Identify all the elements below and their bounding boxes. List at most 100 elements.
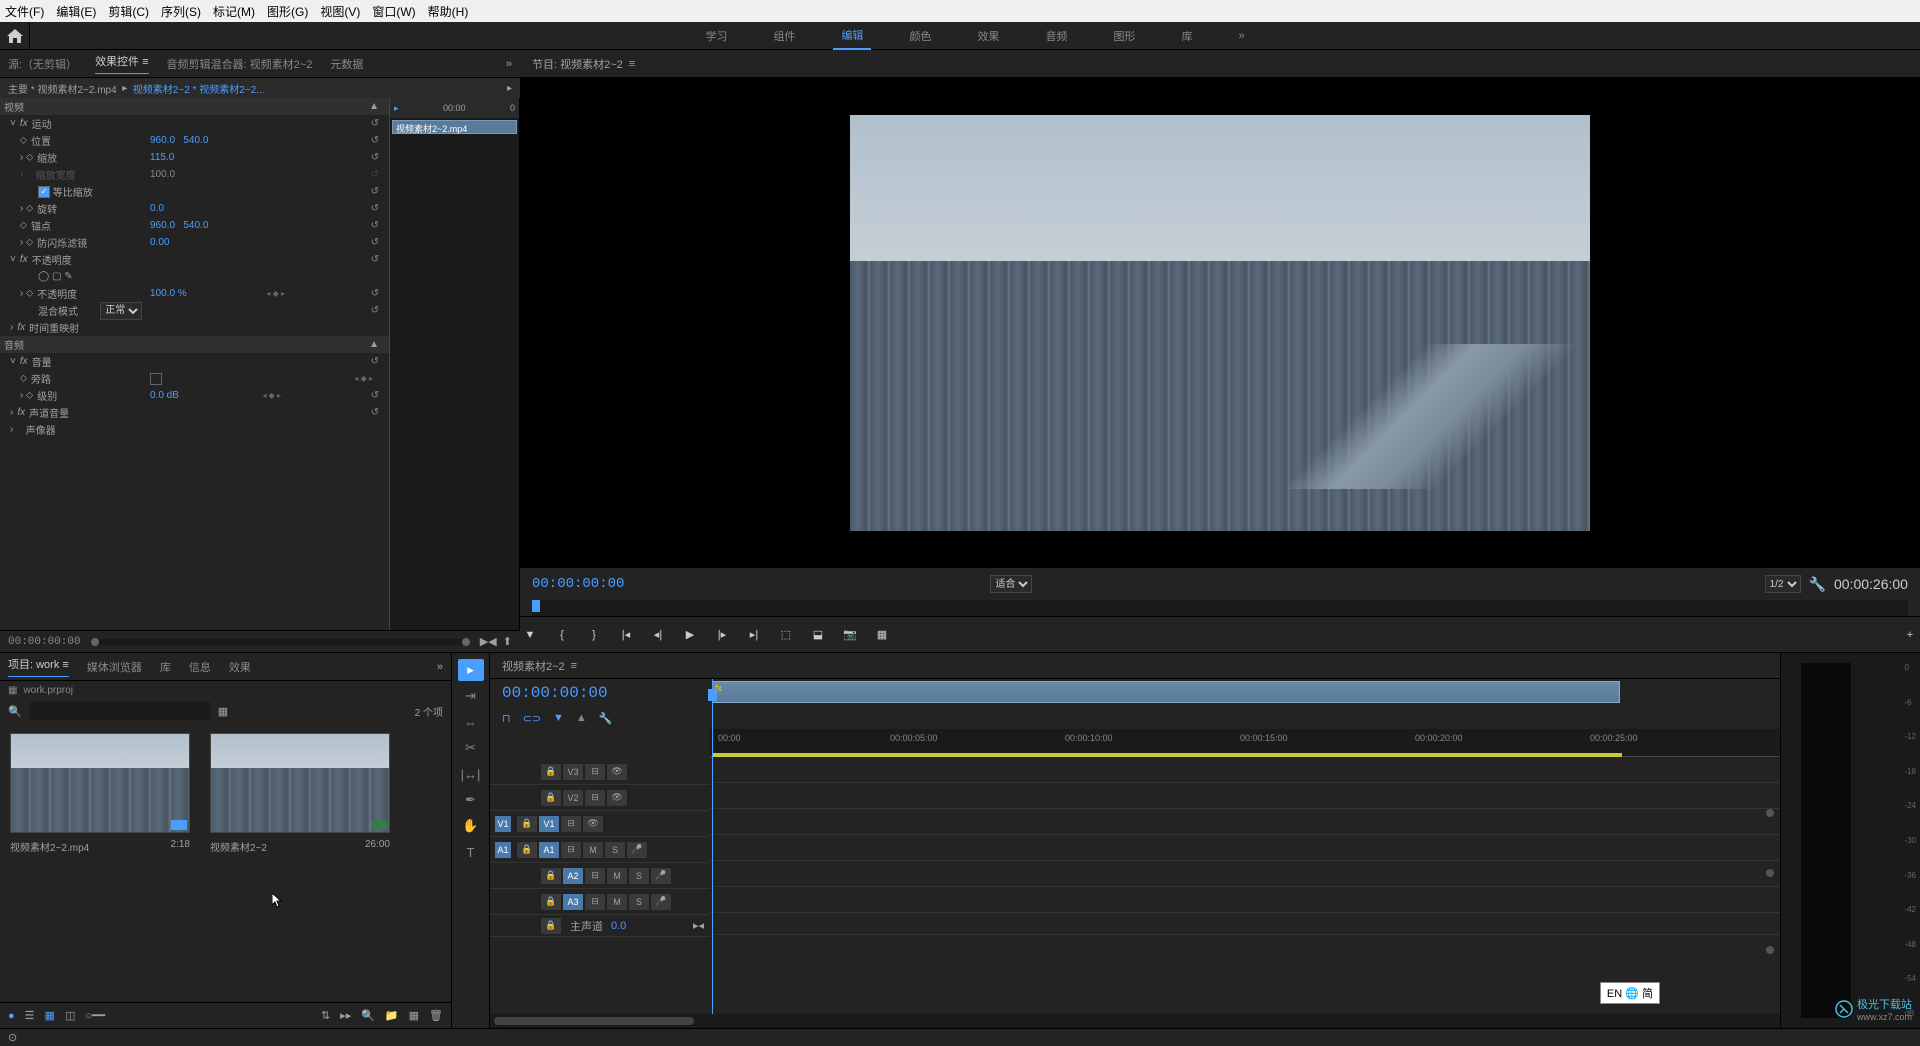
reset-icon[interactable]: ↺ bbox=[371, 407, 379, 418]
reset-icon[interactable]: ↺ bbox=[371, 356, 379, 367]
fit-select[interactable]: 适合 bbox=[990, 575, 1032, 593]
new-bin-button[interactable]: 📁 bbox=[385, 1009, 399, 1022]
ws-library[interactable]: 库 bbox=[1173, 23, 1200, 49]
track-a1[interactable]: A1 bbox=[538, 841, 560, 859]
track-a2[interactable]: A2 bbox=[562, 867, 584, 885]
lift-button[interactable]: ⬚ bbox=[776, 625, 796, 645]
marker-icon[interactable]: ▼ bbox=[520, 625, 540, 645]
type-tool[interactable]: T bbox=[458, 841, 484, 863]
tab-media-browser[interactable]: 媒体浏览器 bbox=[87, 659, 142, 675]
uniform-scale-checkbox[interactable]: ✓ bbox=[38, 186, 50, 198]
snap-icon[interactable]: ⊓ bbox=[502, 712, 511, 725]
track-v1[interactable]: V1 bbox=[538, 815, 560, 833]
ime-indicator[interactable]: EN 🌐 简 bbox=[1600, 982, 1660, 1004]
mark-in-button[interactable]: { bbox=[552, 625, 572, 645]
project-bin[interactable]: 视频素材2~2.mp42:18 视频素材2~226:00 bbox=[0, 723, 451, 1002]
program-scrubber[interactable] bbox=[532, 600, 1908, 616]
selection-tool[interactable]: ▸ bbox=[458, 659, 484, 681]
ec-opacity-val[interactable]: 100.0 % bbox=[150, 288, 187, 299]
solo-a3[interactable]: S bbox=[628, 893, 650, 911]
tab-effect-controls[interactable]: 效果控件 ≡ bbox=[95, 53, 148, 74]
go-to-in-button[interactable]: |◂ bbox=[616, 625, 636, 645]
writable-icon[interactable]: ● bbox=[8, 1010, 15, 1022]
linked-selection-icon[interactable]: ⊂⊃ bbox=[523, 712, 541, 725]
reset-icon[interactable]: ↺ bbox=[371, 390, 379, 401]
lock-a1[interactable]: 🔒 bbox=[516, 841, 538, 859]
blend-mode-select[interactable]: 正常 bbox=[100, 302, 142, 320]
master-val[interactable]: 0.0 bbox=[611, 920, 626, 932]
source-a1[interactable]: A1 bbox=[494, 841, 512, 859]
reset-icon[interactable]: ↺ bbox=[371, 186, 379, 197]
master-meter-icon[interactable]: ▸◂ bbox=[693, 919, 704, 932]
sequence-thumbnail[interactable] bbox=[210, 733, 390, 833]
reset-icon[interactable]: ↺ bbox=[371, 305, 379, 316]
voice-a1[interactable]: 🎤 bbox=[626, 841, 648, 859]
ripple-edit-tool[interactable]: ⇔ bbox=[458, 711, 484, 733]
reset-icon[interactable]: ↺ bbox=[371, 288, 379, 299]
settings-icon[interactable]: 🔧 bbox=[1809, 576, 1826, 593]
panel-menu-icon[interactable]: ≡ bbox=[571, 660, 577, 672]
sort-icon[interactable]: ⇅ bbox=[321, 1009, 330, 1022]
hand-tool[interactable]: ✋ bbox=[458, 815, 484, 837]
solo-a2[interactable]: S bbox=[628, 867, 650, 885]
mute-a2[interactable]: M bbox=[606, 867, 628, 885]
voice-a3[interactable]: 🎤 bbox=[650, 893, 672, 911]
program-tc-out[interactable]: 00:00:26:00 bbox=[1834, 576, 1908, 592]
menu-sequence[interactable]: 序列(S) bbox=[161, 3, 201, 20]
reset-icon[interactable]: ↺ bbox=[371, 135, 379, 146]
sync-v2[interactable]: ⊟ bbox=[584, 789, 606, 807]
lock-a2[interactable]: 🔒 bbox=[540, 867, 562, 885]
ws-overflow[interactable]: » bbox=[1230, 25, 1252, 47]
resolution-select[interactable]: 1/2 bbox=[1765, 575, 1801, 593]
mark-out-button[interactable]: } bbox=[584, 625, 604, 645]
list-view-icon[interactable]: ☰ bbox=[25, 1009, 35, 1022]
timeline-v-scrollbar[interactable] bbox=[1766, 759, 1776, 994]
button-editor-icon[interactable]: + bbox=[1900, 625, 1920, 645]
menu-help[interactable]: 帮助(H) bbox=[428, 3, 469, 20]
ws-audio[interactable]: 音频 bbox=[1037, 23, 1075, 49]
ec-pos-y[interactable]: 540.0 bbox=[183, 135, 208, 146]
tab-info[interactable]: 信息 bbox=[189, 659, 211, 675]
menu-edit[interactable]: 编辑(E) bbox=[56, 3, 96, 20]
ec-anchor-y[interactable]: 540.0 bbox=[183, 220, 208, 231]
ec-panner[interactable]: 声像器 bbox=[26, 422, 56, 437]
project-search-input[interactable] bbox=[30, 702, 210, 720]
go-to-out-button[interactable]: ▸| bbox=[744, 625, 764, 645]
find-icon[interactable]: 🔍 bbox=[361, 1009, 375, 1022]
keyframe-nav[interactable]: ◂ ◆ ▸ bbox=[266, 289, 285, 298]
timeline-ruler[interactable]: 00:00 00:00:05:00 00:00:10:00 00:00:15:0… bbox=[710, 729, 1780, 757]
tab-effects[interactable]: 效果 bbox=[229, 659, 251, 675]
menu-clip[interactable]: 剪辑(C) bbox=[108, 3, 149, 20]
tab-metadata[interactable]: 元数据 bbox=[330, 56, 363, 72]
ws-assembly[interactable]: 组件 bbox=[765, 23, 803, 49]
menu-window[interactable]: 窗口(W) bbox=[372, 3, 415, 20]
sync-a1[interactable]: ⊟ bbox=[560, 841, 582, 859]
track-select-tool[interactable]: ⇥ bbox=[458, 685, 484, 707]
keyframe-nav[interactable]: ◂ ◆ ▸ bbox=[262, 391, 281, 400]
eye-v2[interactable]: 👁 bbox=[606, 789, 628, 807]
sync-a3[interactable]: ⊟ bbox=[584, 893, 606, 911]
ec-rotation-val[interactable]: 0.0 bbox=[150, 203, 164, 214]
audio-clip[interactable]: fx bbox=[712, 681, 1620, 703]
ec-anchor-x[interactable]: 960.0 bbox=[150, 220, 175, 231]
track-v3[interactable]: V3 bbox=[562, 763, 584, 781]
extract-button[interactable]: ⬓ bbox=[808, 625, 828, 645]
ec-scrubber-end[interactable] bbox=[462, 638, 470, 646]
ec-master-clip[interactable]: 主要 * 视频素材2~2.mp4 bbox=[8, 81, 117, 96]
trash-button[interactable]: 🗑 bbox=[429, 1009, 443, 1022]
solo-a1[interactable]: S bbox=[604, 841, 626, 859]
lock-v3[interactable]: 🔒 bbox=[540, 763, 562, 781]
ec-mini-clip[interactable]: 视频素材2~2.mp4 bbox=[392, 120, 517, 134]
ec-opacity[interactable]: 不透明度 bbox=[32, 252, 72, 267]
ec-ch-vol[interactable]: 声道音量 bbox=[29, 405, 69, 420]
eye-v3[interactable]: 👁 bbox=[606, 763, 628, 781]
panel-overflow-icon[interactable]: » bbox=[437, 661, 443, 673]
playhead-icon[interactable] bbox=[532, 600, 540, 612]
work-area-bar[interactable] bbox=[712, 753, 1622, 757]
bypass-checkbox[interactable] bbox=[150, 373, 162, 385]
reset-icon[interactable]: ↺ bbox=[371, 220, 379, 231]
step-forward-button[interactable]: |▸ bbox=[712, 625, 732, 645]
ec-flicker-val[interactable]: 0.00 bbox=[150, 237, 169, 248]
menu-marker[interactable]: 标记(M) bbox=[213, 3, 255, 20]
reset-icon[interactable]: ↺ bbox=[371, 203, 379, 214]
